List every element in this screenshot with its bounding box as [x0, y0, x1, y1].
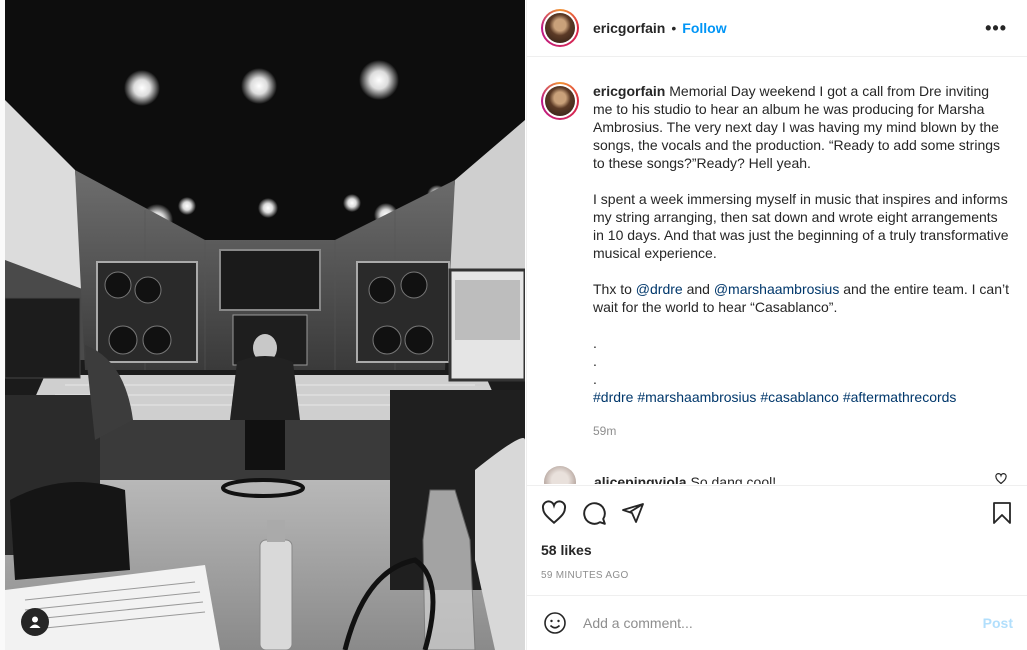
comment-text: alicepingviola So dang cool! [594, 474, 776, 484]
heart-icon [541, 500, 567, 525]
comment-icon [583, 502, 606, 525]
author-username[interactable]: ericgorfain [593, 20, 665, 36]
like-button[interactable] [541, 493, 581, 533]
post-photo[interactable] [5, 0, 525, 650]
comment-like-button[interactable] [995, 472, 1007, 484]
bookmark-icon [993, 502, 1011, 524]
caption-time: 59m [593, 424, 617, 438]
heart-icon [995, 473, 1007, 484]
post-details-panel: ericgorfain • Follow ••• ericgorfain Mem… [526, 0, 1027, 650]
caption-author-avatar[interactable] [541, 82, 579, 120]
post-comment-button[interactable]: Post [983, 615, 1013, 631]
add-comment-bar: Post [527, 595, 1027, 650]
share-button[interactable] [621, 493, 661, 533]
hashtags: #drdre #marshaambrosius #casablanco #aft… [593, 388, 1011, 406]
emoji-button[interactable] [541, 609, 569, 637]
post-actions: 58 likes 59 MINUTES AGO [527, 485, 1027, 581]
caption-dots: . . . [593, 335, 597, 387]
hashtag-aftermathrecords[interactable]: #aftermathrecords [843, 389, 957, 405]
comments-section[interactable]: ericgorfain Memorial Day weekend I got a… [527, 58, 1027, 484]
hashtag-marshaambrosius[interactable]: #marshaambrosius [637, 389, 756, 405]
caption-text: ericgorfain Memorial Day weekend I got a… [593, 82, 1011, 440]
mention-marshaambrosius[interactable]: @marshaambrosius [714, 281, 839, 297]
person-icon [29, 616, 41, 628]
paper-plane-icon [622, 503, 644, 523]
post-header: ericgorfain • Follow ••• [527, 0, 1027, 57]
author-avatar[interactable] [541, 9, 579, 47]
post-timestamp: 59 MINUTES AGO [541, 570, 629, 581]
action-icons [541, 486, 1013, 540]
studio-image [5, 0, 525, 650]
comment-input[interactable] [583, 615, 983, 631]
comment-button[interactable] [581, 493, 621, 533]
likes-count[interactable]: 58 likes [541, 542, 1013, 558]
save-button[interactable] [973, 493, 1013, 533]
caption-paragraph-3: Thx to @drdre and @marshaambrosius and t… [593, 281, 1009, 315]
comment-item: alicepingviola So dang cool! [541, 466, 1011, 484]
commenter-avatar[interactable] [544, 466, 576, 484]
caption-username[interactable]: ericgorfain [593, 83, 665, 99]
mention-drdre[interactable]: @drdre [636, 281, 683, 297]
caption-paragraph-2: I spent a week immersing myself in music… [593, 191, 1009, 261]
hashtag-drdre[interactable]: #drdre [593, 389, 633, 405]
hashtag-casablanco[interactable]: #casablanco [760, 389, 839, 405]
more-options-icon[interactable]: ••• [985, 18, 1007, 39]
caption: ericgorfain Memorial Day weekend I got a… [541, 82, 1011, 440]
smiley-icon [544, 612, 566, 634]
tagged-users-button[interactable] [21, 608, 49, 636]
commenter-username[interactable]: alicepingviola [594, 474, 687, 484]
follow-button[interactable]: Follow [682, 20, 726, 36]
caption-paragraph-1: ericgorfain Memorial Day weekend I got a… [593, 83, 1001, 171]
separator-dot: • [671, 20, 677, 36]
